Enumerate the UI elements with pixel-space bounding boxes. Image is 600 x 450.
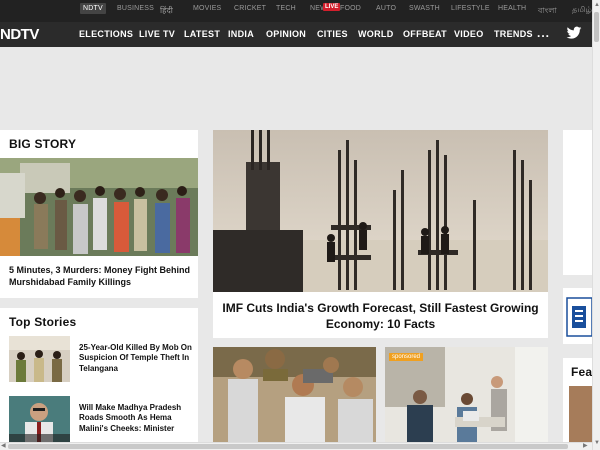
nav-cities[interactable]: CITIES	[317, 29, 348, 39]
nav-india[interactable]: INDIA	[228, 29, 254, 39]
top-story-thumb-1[interactable]	[9, 336, 70, 382]
network-link-business[interactable]: BUSINESS	[117, 5, 154, 12]
scroll-left-icon[interactable]: ◀	[1, 442, 6, 449]
features-image[interactable]	[569, 386, 592, 442]
nav-video[interactable]: VIDEO	[454, 29, 484, 39]
network-link-health[interactable]: HEALTH	[498, 5, 526, 12]
network-link-movies[interactable]: MOVIES	[193, 5, 221, 12]
top-stories-title: Top Stories	[9, 315, 77, 329]
nav-trends[interactable]: TRENDS	[494, 29, 533, 39]
right-widget-card[interactable]	[563, 288, 593, 344]
big-story-card[interactable]: BIG STORY 5 Minutes, 3 Murders: Money Fi…	[0, 130, 198, 298]
right-ad-card[interactable]	[563, 130, 592, 275]
horizontal-scroll-thumb[interactable]	[8, 444, 568, 449]
more-menu-button[interactable]: ...	[537, 26, 550, 40]
horizontal-scrollbar[interactable]: ◀ ▶	[0, 442, 592, 450]
big-story-headline[interactable]: 5 Minutes, 3 Murders: Money Fight Behind…	[9, 265, 194, 288]
network-link-hindi[interactable]: हिंदी	[160, 5, 173, 16]
top-story-headline-1[interactable]: 25-Year-Old Killed By Mob On Suspicion O…	[79, 343, 193, 374]
network-link-food[interactable]: FOOD	[340, 5, 361, 12]
nav-offbeat[interactable]: OFFBEAT	[403, 29, 447, 39]
network-link-cricket[interactable]: CRICKET	[234, 5, 266, 12]
vertical-scroll-thumb[interactable]	[594, 12, 599, 42]
main-navigation: NDTV ELECTIONS LIVE TV LATEST INDIA OPIN…	[0, 22, 592, 47]
network-link-swasth[interactable]: SWASTH	[409, 5, 440, 12]
nav-elections[interactable]: ELECTIONS	[79, 29, 133, 39]
top-story-thumb-2[interactable]	[9, 396, 70, 442]
office-image[interactable]	[385, 347, 548, 442]
scroll-right-icon[interactable]: ▶	[583, 442, 588, 449]
sponsored-label: sponsored	[389, 353, 424, 361]
story-card-politics[interactable]	[213, 347, 376, 442]
top-network-bar: NDTV BUSINESS हिंदी MOVIES CRICKET TECH …	[0, 0, 592, 22]
feature-story-card[interactable]: IMF Cuts India's Growth Forecast, Still …	[213, 130, 548, 338]
story-card-sponsored[interactable]: sponsored	[385, 347, 548, 442]
big-story-title: BIG STORY	[9, 137, 77, 151]
politics-image[interactable]	[213, 347, 376, 442]
scroll-down-icon[interactable]: ▼	[594, 440, 600, 446]
twitter-icon[interactable]	[566, 25, 582, 41]
features-card[interactable]: Fea	[563, 358, 592, 442]
nav-latest[interactable]: LATEST	[184, 29, 220, 39]
feature-story-headline[interactable]: IMF Cuts India's Growth Forecast, Still …	[219, 301, 542, 332]
network-link-tamil[interactable]: தமிழ்	[572, 5, 592, 15]
network-link-ndtv[interactable]: NDTV	[80, 3, 106, 14]
network-link-tech[interactable]: TECH	[276, 5, 296, 12]
nav-live-tv[interactable]: LIVE TV	[139, 29, 175, 39]
sms-icon	[566, 297, 593, 337]
nav-world[interactable]: WORLD	[358, 29, 394, 39]
big-story-image[interactable]	[0, 158, 198, 256]
network-link-lifestyle[interactable]: LIFESTYLE	[451, 5, 490, 12]
ndtv-logo[interactable]: NDTV	[0, 26, 39, 43]
feature-story-image[interactable]	[213, 130, 548, 292]
features-title: Fea	[571, 365, 593, 379]
live-badge: LIVE	[323, 3, 341, 11]
vertical-scrollbar[interactable]: ▲ ▼	[592, 0, 600, 450]
network-link-auto[interactable]: AUTO	[376, 5, 396, 12]
scroll-up-icon[interactable]: ▲	[594, 2, 600, 8]
nav-opinion[interactable]: OPINION	[266, 29, 306, 39]
top-stories-card: Top Stories 25-Year-Old Killed By Mob On…	[0, 308, 198, 442]
top-story-headline-2[interactable]: Will Make Madhya Pradesh Roads Smooth As…	[79, 403, 193, 434]
network-link-bangla[interactable]: বাংলা	[538, 5, 557, 18]
